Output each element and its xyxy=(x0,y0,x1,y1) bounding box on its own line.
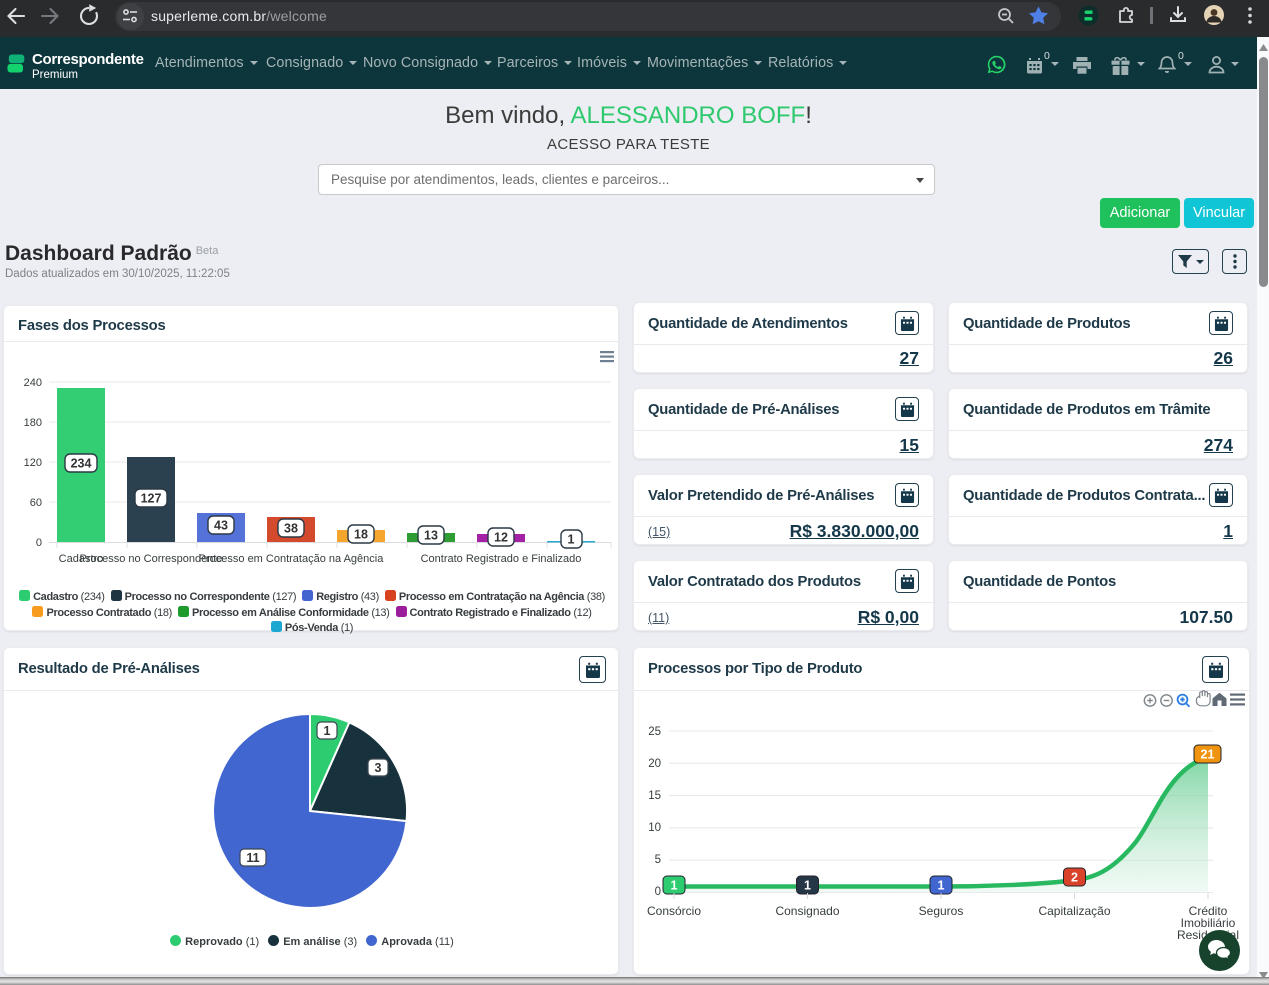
svg-text:21: 21 xyxy=(1201,748,1215,762)
svg-text:38: 38 xyxy=(284,522,298,536)
svg-text:1: 1 xyxy=(671,879,678,893)
svg-text:127: 127 xyxy=(141,492,162,506)
svg-text:1: 1 xyxy=(804,879,811,893)
svg-text:120: 120 xyxy=(24,457,42,469)
svg-text:18: 18 xyxy=(354,528,368,542)
svg-text:0: 0 xyxy=(36,537,42,549)
svg-text:3: 3 xyxy=(375,761,382,775)
svg-text:13: 13 xyxy=(424,529,438,543)
svg-text:Capitalização: Capitalização xyxy=(1038,904,1110,918)
svg-text:Contrato Registrado e Finaliza: Contrato Registrado e Finalizado xyxy=(421,553,582,565)
svg-text:Processo em Contratação na Agê: Processo em Contratação na Agência xyxy=(199,553,385,565)
svg-text:11: 11 xyxy=(246,851,259,865)
svg-text:Seguros: Seguros xyxy=(919,904,964,918)
svg-text:5: 5 xyxy=(655,854,661,866)
svg-text:15: 15 xyxy=(648,790,661,802)
svg-text:180: 180 xyxy=(24,417,42,429)
svg-text:234: 234 xyxy=(71,457,92,471)
svg-text:2: 2 xyxy=(1071,871,1078,885)
svg-text:Consórcio: Consórcio xyxy=(647,904,701,918)
svg-text:10: 10 xyxy=(648,822,661,834)
svg-text:1: 1 xyxy=(324,724,331,738)
svg-text:0: 0 xyxy=(655,886,661,898)
svg-text:Consignado: Consignado xyxy=(775,904,839,918)
svg-text:20: 20 xyxy=(648,758,661,770)
svg-text:1: 1 xyxy=(938,879,945,893)
svg-text:25: 25 xyxy=(648,726,661,738)
svg-text:12: 12 xyxy=(494,531,508,545)
svg-text:60: 60 xyxy=(30,497,42,509)
svg-text:1: 1 xyxy=(568,533,575,547)
svg-text:240: 240 xyxy=(24,377,42,389)
svg-text:43: 43 xyxy=(214,519,228,533)
